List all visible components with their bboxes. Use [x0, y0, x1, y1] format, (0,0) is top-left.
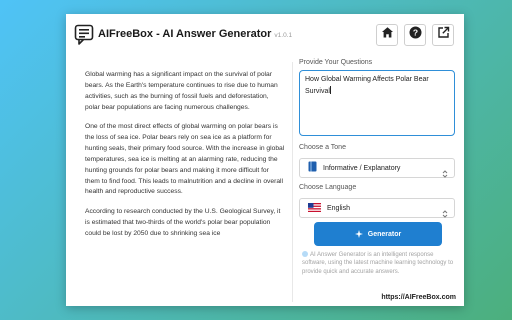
generate-label: Generator	[367, 230, 402, 238]
tone-label: Choose a Tone	[299, 144, 346, 151]
question-input[interactable]: How Global Warming Affects Polar Bear Su…	[299, 70, 455, 136]
tone-value: Informative / Explanatory	[323, 164, 401, 172]
app-panel: AIFreeBox - AI Answer Generatorv1.0.1 ?	[66, 14, 464, 306]
tone-select[interactable]: Informative / Explanatory	[299, 158, 455, 178]
question-label: Provide Your Questions	[299, 59, 373, 66]
input-panel: Provide Your Questions How Global Warmin…	[299, 14, 459, 306]
divider	[292, 62, 293, 302]
chevron-updown-icon	[442, 205, 448, 223]
answer-paragraph: Global warming has a significant impact …	[85, 71, 278, 111]
book-icon	[308, 159, 317, 177]
answer-paragraph: One of the most direct effects of global…	[85, 123, 285, 196]
us-flag-icon	[308, 199, 321, 217]
language-value: English	[327, 204, 350, 212]
language-select[interactable]: English	[299, 198, 455, 218]
app-version: v1.0.1	[274, 32, 293, 39]
footer-link[interactable]: https://AIFreeBox.com	[381, 294, 456, 301]
generate-button[interactable]: Generator	[314, 222, 442, 246]
sparkle-icon	[354, 230, 363, 238]
info-note-text: AI Answer Generator is an intelligent re…	[302, 252, 454, 275]
app-title-text: AIFreeBox - AI Answer Generator	[98, 28, 272, 40]
info-dot-icon	[302, 251, 308, 257]
info-note: AI Answer Generator is an intelligent re…	[302, 251, 454, 276]
question-text: How Global Warming Affects Polar Bear Su…	[305, 76, 429, 95]
text-cursor	[329, 85, 331, 94]
answer-output[interactable]: Global warming has a significant impact …	[76, 66, 291, 302]
language-label: Choose Language	[299, 184, 357, 191]
app-title: AIFreeBox - AI Answer Generator v1.0.1	[98, 28, 292, 40]
answer-paragraph: According to research conducted by the U…	[85, 208, 281, 237]
chat-bubble-icon	[74, 24, 94, 46]
chevron-updown-icon	[442, 165, 448, 183]
